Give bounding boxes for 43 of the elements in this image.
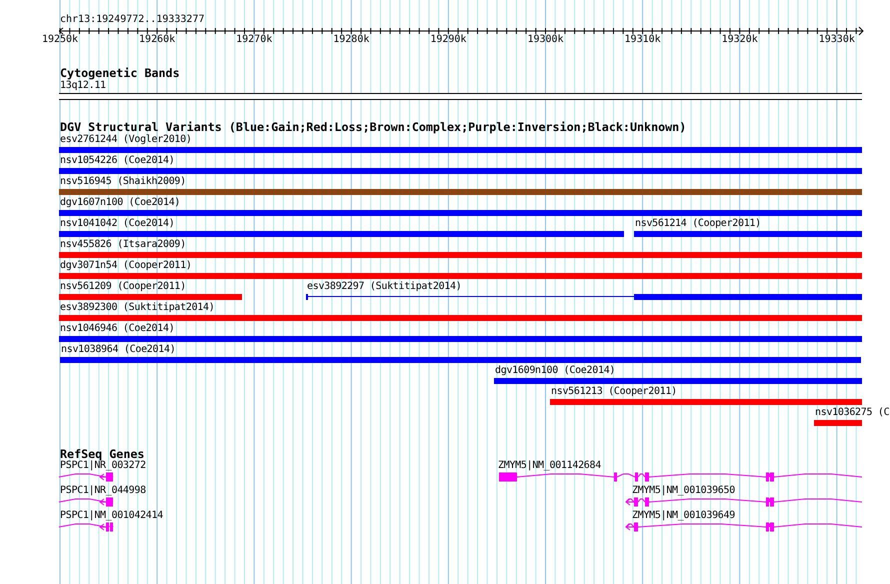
feature-label: nsv1046946 (Coe2014) [60, 323, 174, 335]
track-title: Cytogenetic Bands [60, 66, 180, 80]
feature-label: nsv1038964 (Coe2014) [61, 344, 176, 356]
feature-label: esv2761244 (Vogler2010) [60, 134, 192, 146]
gene-label: PSPC1|NR_044998 [60, 485, 146, 497]
gene-label: PSPC1|NR_003272 [60, 460, 146, 472]
feature-label: nsv561213 (Cooper2011) [551, 386, 677, 398]
tick-label: 19260k [138, 34, 176, 46]
gene-drawing[interactable] [625, 521, 863, 533]
track-title: DGV Structural Variants (Blue:Gain;Red:Loss;Brown:Complex;Purple:Inversion;Black:Unknown) [60, 120, 686, 134]
tick-label: 19310k [624, 34, 662, 46]
location-label: chr13:19249772..19333277 [60, 14, 204, 26]
tick-label: 19330k [818, 34, 856, 46]
feature-label: dgv3071n54 (Cooper2011) [60, 260, 192, 272]
gene-drawing[interactable] [58, 521, 114, 533]
feature-label: nsv1041042 (Coe2014) [60, 218, 174, 230]
feature-label: esv3892297 (Suktitipat2014) [307, 281, 462, 293]
gene-drawing[interactable] [58, 471, 114, 483]
gene-label: ZMYM5|NM_001039649 [632, 510, 735, 522]
gene-drawing[interactable] [498, 471, 863, 483]
gene-label: ZMYM5|NM_001142684 [498, 460, 601, 472]
gene-label: ZMYM5|NM_001039650 [632, 485, 735, 497]
feature-label: nsv1036275 (C [815, 407, 890, 419]
tick-label: 19270k [235, 34, 274, 46]
feature-label: dgv1607n100 (Coe2014) [60, 197, 180, 209]
gene-drawing[interactable] [625, 496, 863, 508]
track-title: RefSeq Genes [60, 447, 144, 461]
gene-label: PSPC1|NM_001042414 [60, 510, 163, 522]
band-label: 13q12.11 [60, 80, 106, 92]
tick-label: 19320k [720, 34, 759, 46]
feature-label: nsv561214 (Cooper2011) [635, 218, 761, 230]
tick-label: 19250k [40, 34, 80, 46]
feature-label: nsv455826 (Itsara2009) [60, 239, 186, 251]
tick-label: 19290k [429, 34, 468, 46]
feature-label: dgv1609n100 (Coe2014) [495, 365, 616, 377]
feature-label: nsv1054226 (Coe2014) [60, 155, 174, 167]
tick-label: 19300k [526, 34, 565, 46]
feature-label: esv3892300 (Suktitipat2014) [60, 302, 214, 314]
gene-drawing[interactable] [58, 496, 114, 508]
feature-label: nsv516945 (Shaikh2009) [60, 176, 186, 188]
tick-label: 19280k [332, 34, 370, 46]
feature-bar[interactable] [306, 294, 862, 300]
feature-label: nsv561209 (Cooper2011) [60, 281, 186, 293]
